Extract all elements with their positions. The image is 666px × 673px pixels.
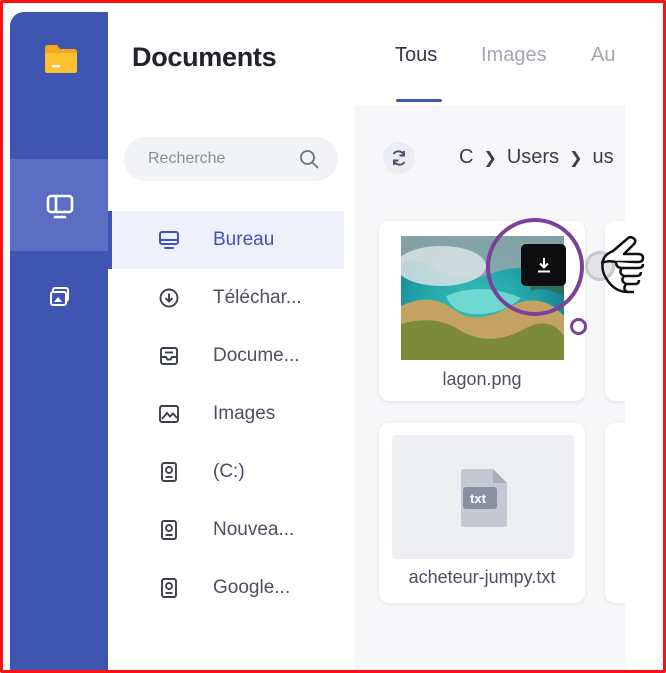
monitor-icon — [158, 229, 180, 251]
search-icon[interactable] — [298, 148, 320, 170]
sidebar-item-images[interactable]: Images — [108, 385, 354, 443]
file-card-text[interactable]: txt acheteur-jumpy.txt — [379, 423, 585, 603]
sidebar-item-telechargements[interactable]: Téléchar... — [108, 269, 354, 327]
search-input[interactable] — [148, 150, 288, 168]
file-name: lagon.png — [442, 369, 522, 389]
download-circle-icon — [158, 287, 180, 309]
file-name: acheteur-jumpy.txt — [408, 567, 556, 587]
highlight-ring — [486, 218, 584, 316]
sidebar-item-label: (C:) — [213, 461, 245, 482]
breadcrumb-item[interactable]: C — [459, 146, 473, 169]
explorer-icon — [46, 194, 74, 219]
search-box[interactable] — [124, 137, 338, 181]
sidebar-item-bureau[interactable]: Bureau — [108, 211, 344, 269]
folder-logo-icon — [43, 43, 79, 75]
sidebar-item-documents[interactable]: Docume... — [108, 327, 354, 385]
sidebar-item-label: Google... — [213, 577, 291, 598]
app-rail — [10, 12, 108, 673]
explorer-rail-button[interactable] — [40, 190, 80, 224]
tab-audio[interactable]: Au — [591, 44, 615, 67]
gallery-icon — [50, 287, 69, 306]
refresh-button[interactable] — [383, 142, 415, 174]
page-title: Documents — [132, 42, 277, 72]
filter-tabs: Tous Images Au — [395, 36, 625, 106]
sidebar: Documents Bureau Téléchar... Docume... — [108, 12, 354, 673]
gallery-rail-button[interactable] — [46, 283, 74, 311]
drive-icon — [158, 461, 180, 483]
refresh-icon — [392, 150, 406, 166]
breadcrumb-item[interactable]: us — [593, 146, 614, 169]
sidebar-item-nouveau-volume[interactable]: Nouvea... — [108, 501, 354, 559]
drive-icon — [158, 519, 180, 541]
file-type-badge: txt — [470, 491, 486, 506]
image-icon — [158, 403, 180, 425]
sidebar-item-label: Bureau — [213, 229, 275, 250]
sidebar-item-drive-c[interactable]: (C:) — [108, 443, 354, 501]
breadcrumb-item[interactable]: Users — [507, 146, 559, 169]
pointing-hand-icon — [600, 235, 645, 294]
sidebar-item-label: Images — [213, 403, 276, 424]
file-panel: C ❯ Users ❯ us lagon.png txt acheteur-ju… — [355, 105, 625, 673]
highlight-ring-anchor — [570, 318, 587, 335]
sidebar-item-label: Nouvea... — [213, 519, 295, 540]
sidebar-item-google-drive[interactable]: Google... — [108, 559, 354, 617]
tab-tous[interactable]: Tous — [395, 44, 437, 67]
chevron-right-icon: ❯ — [483, 149, 497, 167]
sidebar-item-label: Téléchar... — [213, 287, 302, 308]
sidebar-nav: Bureau Téléchar... Docume... Images (C:) — [108, 211, 354, 617]
tab-images[interactable]: Images — [481, 44, 547, 67]
document-tray-icon — [158, 345, 180, 367]
breadcrumb: C ❯ Users ❯ us — [459, 146, 614, 169]
sidebar-item-label: Docume... — [213, 345, 300, 366]
drive-icon — [158, 577, 180, 599]
chevron-right-icon: ❯ — [569, 149, 583, 167]
active-tab-indicator — [396, 99, 442, 102]
file-card-partial[interactable] — [605, 423, 625, 603]
